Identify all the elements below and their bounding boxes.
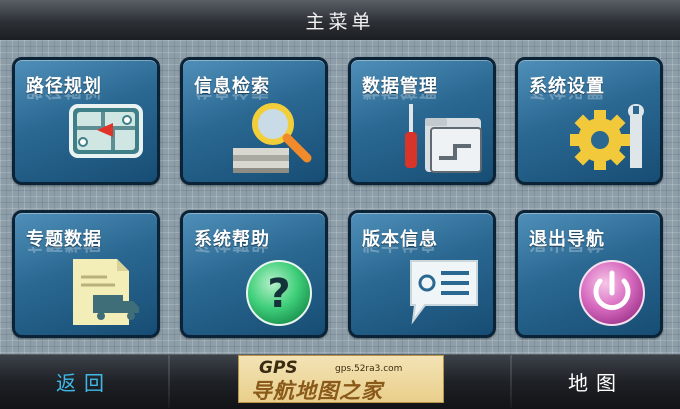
tile-system-help[interactable]: 系统帮助 系统帮助 ? xyxy=(180,210,328,338)
route-planning-icon xyxy=(69,104,143,158)
help-question-icon: ? xyxy=(246,260,312,326)
watermark-logo: GPS gps.52ra3.com 导航地图之家 xyxy=(238,355,444,403)
page-title: 主菜单 xyxy=(305,10,375,33)
map-button[interactable]: 地图 xyxy=(512,354,680,408)
power-icon xyxy=(579,260,645,326)
gear-wrench-icon xyxy=(570,104,644,170)
tile-exit-navigation[interactable]: 退出导航 退出导航 xyxy=(515,210,663,338)
folder-screwdriver-icon xyxy=(405,104,482,173)
tile-info-search[interactable]: 信息检索 信息检索 xyxy=(180,57,328,185)
watermark-text: 导航地图之家 xyxy=(251,379,383,403)
info-card-icon xyxy=(410,260,478,325)
tile-data-management[interactable]: 数据管理 数据管理 xyxy=(348,57,496,185)
title-bar: 主菜单 xyxy=(0,0,680,41)
tile-thematic-data[interactable]: 专题数据 专题数据 xyxy=(12,210,160,338)
tile-route-planning[interactable]: 路径规划 路径规划 xyxy=(12,57,160,185)
back-button[interactable]: 返回 xyxy=(0,354,168,408)
watermark-url: gps.52ra3.com xyxy=(335,364,403,374)
tile-system-settings[interactable]: 系统设置 系统设置 xyxy=(515,57,663,185)
document-truck-icon xyxy=(73,259,139,325)
divider xyxy=(168,354,170,408)
svg-text:?: ? xyxy=(267,271,290,317)
magnifier-search-icon xyxy=(233,103,312,173)
tile-version-info[interactable]: 版本信息 版本信息 xyxy=(348,210,496,338)
